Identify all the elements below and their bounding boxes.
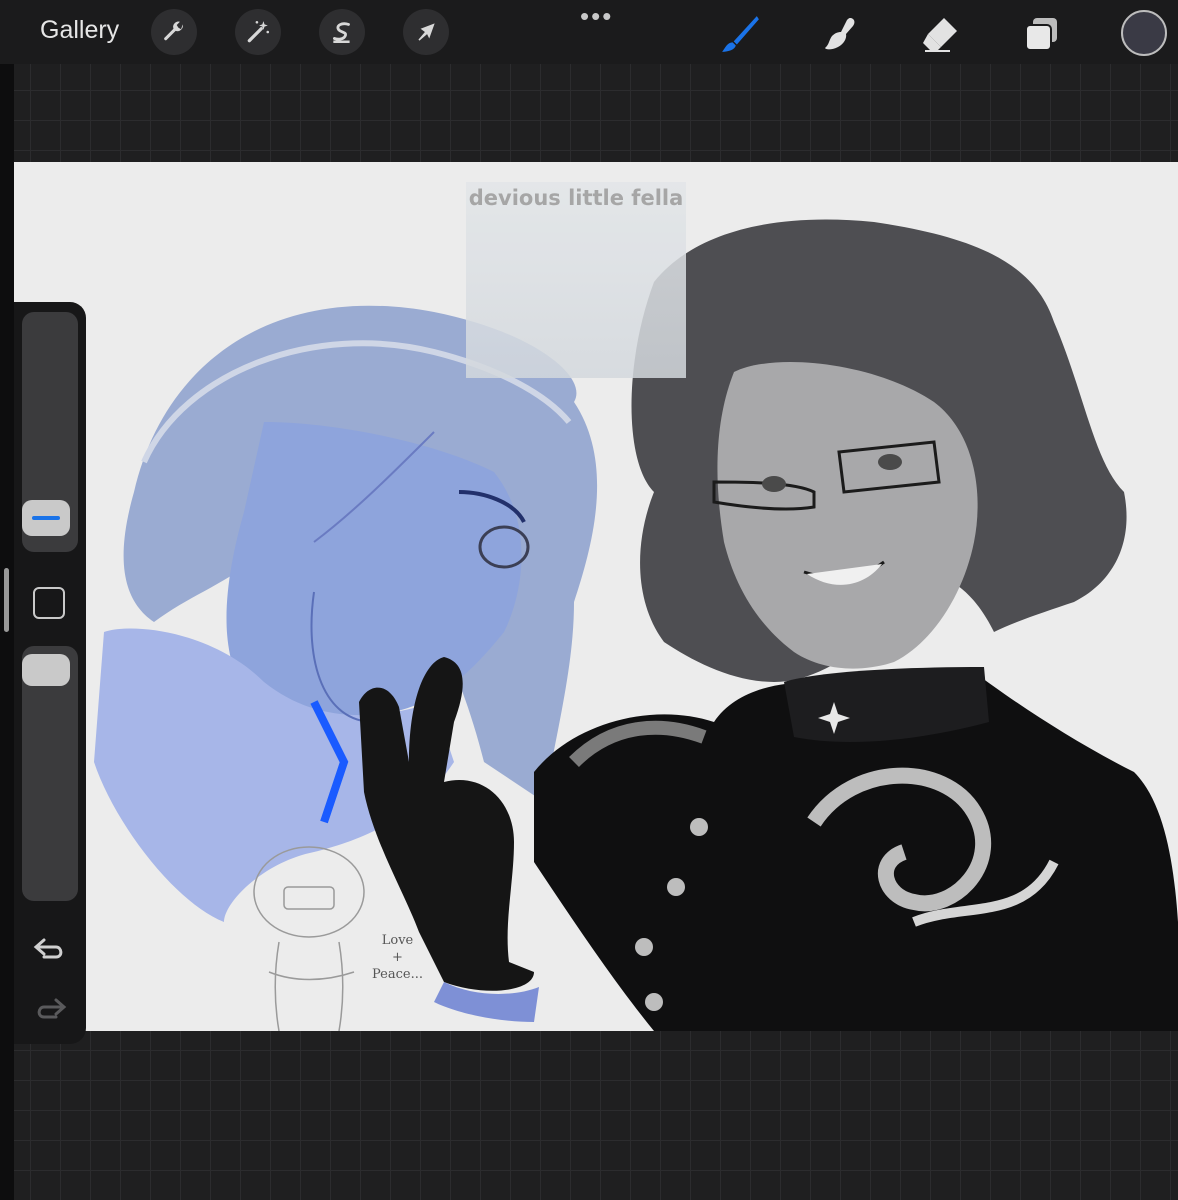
brush-tool-button[interactable] xyxy=(718,12,762,56)
more-options-dots[interactable]: ••• xyxy=(580,3,613,29)
brush-icon xyxy=(722,16,759,52)
color-picker-button[interactable] xyxy=(1121,10,1167,56)
sketch-note-text: Love + Peace... xyxy=(372,933,423,982)
brush-opacity-slider[interactable] xyxy=(22,646,78,901)
undo-icon[interactable] xyxy=(32,934,68,964)
selection-s-icon xyxy=(333,22,350,43)
layers-button[interactable] xyxy=(1020,12,1064,56)
brush-size-slider[interactable] xyxy=(22,312,78,552)
smudge-tool-button[interactable] xyxy=(818,12,862,56)
reference-caption: devious little fella xyxy=(468,186,684,210)
redo-icon[interactable] xyxy=(32,994,68,1024)
layers-icon xyxy=(1025,18,1057,51)
reference-image[interactable]: devious little fella xyxy=(466,182,686,378)
top-toolbar: Gallery ••• xyxy=(0,0,1178,64)
transform-button[interactable] xyxy=(403,9,449,55)
sidebar-drag-handle[interactable] xyxy=(4,568,9,632)
eraser-tool-button[interactable] xyxy=(918,12,962,56)
smudge-icon xyxy=(825,18,855,50)
brush-size-thumb[interactable] xyxy=(22,500,70,536)
wrench-icon xyxy=(164,21,183,41)
transform-arrow-icon xyxy=(418,23,435,41)
brush-sidebar xyxy=(14,302,86,1044)
magic-wand-icon xyxy=(247,20,270,43)
selection-button[interactable] xyxy=(319,9,365,55)
modify-button[interactable] xyxy=(33,587,65,619)
adjustments-button[interactable] xyxy=(235,9,281,55)
size-indicator xyxy=(32,516,60,520)
drawing-canvas[interactable]: devious little fella Love + Peace... xyxy=(14,162,1178,1031)
brush-opacity-thumb[interactable] xyxy=(22,654,70,686)
eraser-icon xyxy=(923,18,957,52)
gallery-button[interactable]: Gallery xyxy=(40,16,119,45)
actions-button[interactable] xyxy=(151,9,197,55)
